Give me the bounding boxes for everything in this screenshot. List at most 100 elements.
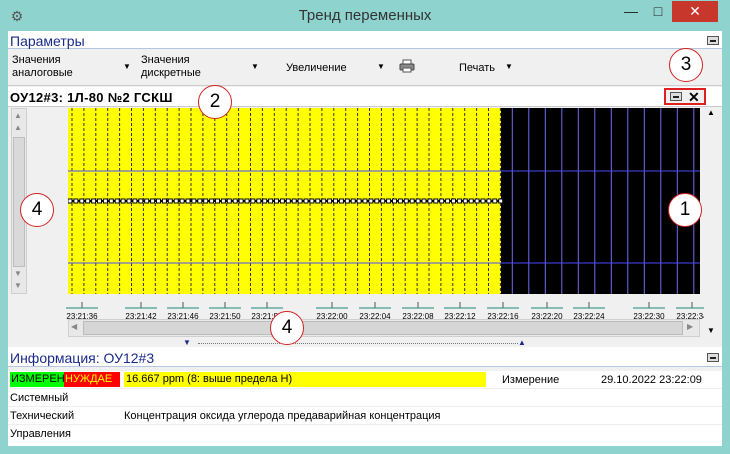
trend-point xyxy=(285,198,291,204)
trend-point xyxy=(421,198,427,204)
trend-point xyxy=(167,198,173,204)
chart-minimize-button[interactable] xyxy=(670,92,682,101)
discrete-label-line1: Значения xyxy=(141,54,190,66)
trend-point xyxy=(114,198,120,204)
right-scroll-down-icon[interactable]: ▼ xyxy=(707,326,715,335)
trend-point xyxy=(350,198,356,204)
trend-point xyxy=(185,198,191,204)
trend-point xyxy=(480,198,486,204)
scroll-down-arrow-icon-2[interactable]: ▼ xyxy=(14,281,22,290)
trend-point xyxy=(333,198,338,204)
callout-marker: 1 xyxy=(668,193,702,227)
close-button[interactable]: ✕ xyxy=(672,1,718,22)
analog-label-line2: аналоговые xyxy=(12,67,73,79)
trend-point xyxy=(274,198,279,204)
callout-marker: 4 xyxy=(270,311,304,345)
row-value-technical: Концентрация оксида углерода предаварийн… xyxy=(124,410,441,422)
zoom-menu[interactable]: Увеличение xyxy=(286,62,347,75)
trend-point xyxy=(315,198,321,204)
trend-point xyxy=(150,198,156,204)
trend-point xyxy=(191,198,197,204)
print-menu[interactable]: Печать xyxy=(459,62,495,75)
trend-point xyxy=(138,198,144,204)
trend-point xyxy=(173,198,179,204)
trend-plot[interactable] xyxy=(68,108,700,294)
discrete-dropdown-arrow-icon[interactable]: ▼ xyxy=(251,62,259,71)
callout-marker: 3 xyxy=(669,48,703,82)
main-window: ⚙ Тренд переменных — □ ✕ Параметры Значе… xyxy=(0,0,730,454)
trend-point xyxy=(397,198,403,204)
trend-point xyxy=(439,198,445,204)
info-collapse-button[interactable] xyxy=(707,353,719,362)
chart-area: ▲ ▲ ▼ ▼ 23:21:36 23:21:42 23:21:46 23:21:50… xyxy=(8,108,722,339)
trend-point xyxy=(303,198,309,204)
minimize-button[interactable]: — xyxy=(618,1,644,22)
analog-values-menu[interactable]: Значения аналоговые xyxy=(12,54,73,80)
trend-point xyxy=(203,198,209,204)
analog-dropdown-arrow-icon[interactable]: ▼ xyxy=(123,62,131,71)
trend-point xyxy=(161,198,167,204)
trend-point xyxy=(132,198,138,204)
trend-point xyxy=(209,198,215,204)
params-collapse-button[interactable] xyxy=(707,36,719,45)
splitter-arrow-icon[interactable]: ▲ xyxy=(518,338,526,347)
scroll-down-arrow-icon[interactable]: ▼ xyxy=(14,269,22,278)
trend-point xyxy=(97,198,102,204)
trend-point xyxy=(386,198,392,204)
trend-point xyxy=(445,198,451,204)
trend-point xyxy=(244,198,250,204)
horizontal-scrollbar[interactable]: ◀ ▶ xyxy=(68,319,700,337)
trend-point xyxy=(144,198,150,204)
info-row-system: Системный xyxy=(8,389,722,407)
measure-label: Измерение xyxy=(502,374,560,386)
discrete-values-menu[interactable]: Значения дискретные xyxy=(141,54,201,80)
trend-point xyxy=(297,198,303,204)
trend-point xyxy=(220,198,226,204)
trend-point xyxy=(291,198,297,204)
trend-point xyxy=(268,198,274,204)
trend-point xyxy=(102,198,108,204)
row-label-technical: Технический xyxy=(10,410,75,422)
trend-point xyxy=(492,198,498,204)
horizontal-scroll-thumb[interactable] xyxy=(83,321,683,335)
chart-header: ОУ12#3: 1Л-80 №2 ГСКШ ✕ xyxy=(8,87,722,107)
scroll-left-arrow-icon[interactable]: ◀ xyxy=(71,322,77,331)
trend-point xyxy=(415,198,421,204)
trend-point xyxy=(462,198,468,204)
callout-marker: 4 xyxy=(20,193,54,227)
measure-value: 16.667 ppm (8: выше предела Н) xyxy=(124,372,486,387)
params-section-header: Параметры xyxy=(8,31,722,49)
right-scrollbar[interactable]: ▲ ▼ xyxy=(705,108,719,339)
scroll-up-arrow-icon[interactable]: ▲ xyxy=(14,111,22,120)
trend-point xyxy=(468,198,474,204)
info-row-control: Управления xyxy=(8,425,722,443)
trend-point xyxy=(451,198,456,204)
print-dropdown-arrow-icon[interactable]: ▼ xyxy=(505,62,513,71)
status-badge-measured: ИЗМЕРЕН xyxy=(10,372,64,387)
row-label-control: Управления xyxy=(10,428,71,440)
splitter-arrow-icon[interactable]: ▼ xyxy=(183,338,191,347)
trend-point xyxy=(262,198,268,204)
zoom-dropdown-arrow-icon[interactable]: ▼ xyxy=(377,62,385,71)
printer-icon[interactable] xyxy=(399,59,415,73)
right-scroll-up-icon[interactable]: ▲ xyxy=(707,108,715,117)
trend-point xyxy=(433,198,439,204)
trend-point xyxy=(215,198,220,204)
scroll-right-arrow-icon[interactable]: ▶ xyxy=(687,322,693,331)
callout-marker: 2 xyxy=(198,85,232,119)
measure-timestamp: 29.10.2022 23:22:09 xyxy=(601,374,702,386)
info-row-technical: Технический Концентрация оксида углерода… xyxy=(8,407,722,425)
maximize-button[interactable]: □ xyxy=(645,1,671,22)
trend-point xyxy=(498,198,504,204)
trend-point xyxy=(156,198,161,204)
splitter-grip[interactable] xyxy=(198,343,518,344)
title-bar[interactable]: ⚙ Тренд переменных — □ ✕ xyxy=(0,0,730,32)
trend-point xyxy=(73,198,79,204)
trend-point xyxy=(368,198,374,204)
info-table: ИЗМЕРЕН НУЖДАЕ 16.667 ppm (8: выше преде… xyxy=(8,371,722,446)
trend-point xyxy=(179,198,185,204)
scroll-up-arrow-icon-2[interactable]: ▲ xyxy=(14,123,22,132)
info-title: Информация: ОУ12#3 xyxy=(10,350,155,366)
chart-close-icon[interactable]: ✕ xyxy=(688,89,700,106)
trend-point xyxy=(197,198,203,204)
